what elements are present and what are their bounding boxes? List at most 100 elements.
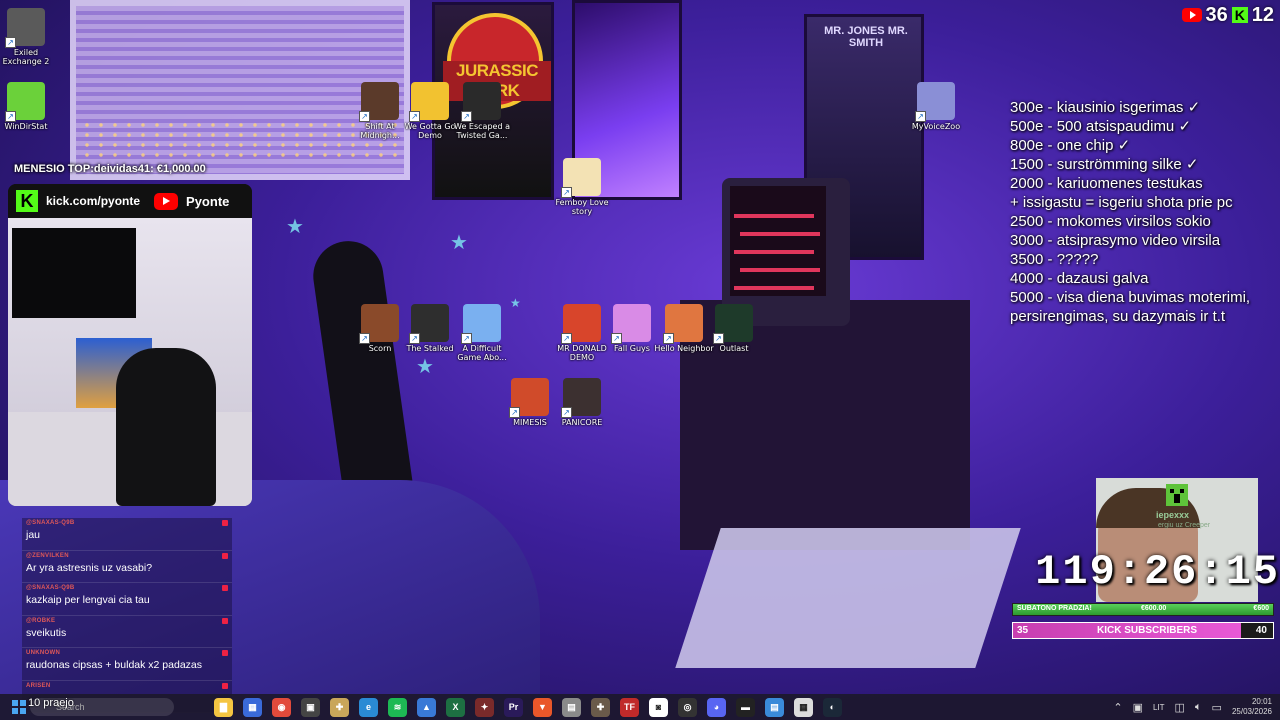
camera-icon[interactable]: ◙ [649,697,668,717]
creeper-icon [1166,484,1188,506]
goal-line: 500e - 500 atsispaudimu ✓ [1010,118,1192,135]
input-language[interactable]: LIT [1153,703,1165,712]
desktop-icon-label: WinDirStat [4,122,48,131]
discord-icon[interactable]: ◕ [707,697,726,717]
goal-line: 3500 - ????? [1010,251,1099,268]
app-shortcut-icon: ↗ [915,82,955,122]
app-shortcut-icon: ↗ [611,304,651,344]
volume-icon[interactable]: 🔈︎ [1195,701,1202,714]
youtube-viewer-count: 36 [1205,3,1228,26]
subathon-target: €600 [1253,605,1269,612]
app-icon-5[interactable]: ✚ [591,697,610,717]
chat-text: Ar yra astresnis uz vasabi? [26,561,153,574]
app-icon-4[interactable]: ▤ [562,697,581,717]
app-icon-1[interactable]: ▣ [301,697,320,717]
terminal-icon[interactable]: ▬ [736,697,755,717]
taskbar-pinned-apps: ▇ ▦ ◉ ▣ ✚ e ≋ ▲ X ✦ Pr ▼ ▤ ✚ TF ◙ ◎ ◕ ▬ ▤ ▦ ◐ [214,697,842,717]
app-shortcut-icon: ↗ [409,304,449,344]
shortcut-arrow-icon: ↗ [5,111,16,122]
shortcut-arrow-icon: ↗ [663,333,674,344]
app-shortcut-icon: ↗ [5,8,45,48]
chat-username: ARISEN [26,682,228,689]
chat-text: sveikutis [26,626,67,639]
desktop-icon[interactable]: ↗ MyVoiceZoo [904,82,968,131]
webcam-gaming-chair [116,348,216,506]
desktop-icon-label: We Escaped a Twisted Ga... [454,122,510,140]
desktop-icon[interactable]: ↗ Outlast [702,304,766,353]
goal-line: 5000 - visa diena buvimas moterimi, pers… [1010,289,1251,325]
youtube-channel-name: Pyonte [186,193,230,209]
app-icon-6[interactable]: ▦ [794,697,813,717]
desktop-icon[interactable]: ↗ WinDirStat [0,82,58,131]
shortcut-arrow-icon: ↗ [359,111,370,122]
app-icon-3[interactable]: ✦ [475,697,494,717]
chat-message: @ROBKE sveikutis [22,615,232,648]
kick-viewer-count: 12 [1251,3,1274,26]
file-explorer-icon[interactable]: ▇ [214,697,233,717]
shortcut-arrow-icon: ↗ [561,407,572,418]
app-icon-2[interactable]: ✚ [330,697,349,717]
chat-username-text: @ZENVILKEN [26,552,69,559]
shortcut-arrow-icon: ↗ [561,187,572,198]
webcam-header: K kick.com/pyonte Pyonte [8,184,252,218]
chat-username: @ZENVILKEN [26,552,228,559]
goal-line: 3000 - atsiprasymo video virsila [1010,232,1221,249]
tray-app-icon[interactable]: ▣ [1133,701,1143,714]
webcam-overlay: K kick.com/pyonte Pyonte [8,184,252,506]
chat-overlay: @SNAXAS-Q9B jau @ZENVILKEN Ar yra astresnis… [22,518,232,713]
app-shortcut-icon: ↗ [561,158,601,198]
star-decor: ★ [286,216,304,238]
photos-icon[interactable]: ▲ [417,697,436,717]
desktop-icon[interactable]: ↗ PANICORE [550,378,614,427]
shortcut-arrow-icon: ↗ [461,333,472,344]
chat-username: @SNAXAS-Q9B [26,585,228,591]
alert-subtitle: ergiu uz Creeper [1158,522,1211,529]
star-decor: ★ [450,232,468,254]
system-clock[interactable]: 20:01 25/03/2026 [1232,697,1272,717]
excel-icon[interactable]: X [446,697,465,717]
notepad-icon[interactable]: ▤ [765,697,784,717]
shortcut-arrow-icon: ↗ [561,333,572,344]
chrome-icon[interactable]: ◉ [272,697,291,717]
chat-username-text: @SNAXAS-Q9B [26,585,75,591]
chat-badge-icon [222,552,228,559]
start-button[interactable] [12,700,26,714]
desktop-icon[interactable]: ↗ A Difficult Game Abo... [450,304,514,362]
tv-screen [730,186,826,296]
goal-line: 4000 - dazausi galva [1010,270,1149,287]
wallpaper-pizza-box [675,528,1021,668]
subathon-label: SUBATONO PRADZIA! [1017,605,1092,612]
desktop-icon[interactable]: ↗ Femboy Love story [550,158,614,216]
subathon-amount: €600.00 [1141,605,1167,612]
goal-line: 2500 - mokomes virsilos sokio [1010,213,1211,230]
network-icon[interactable]: ◫ [1175,701,1185,714]
spotify-icon[interactable]: ≋ [388,697,407,717]
clock-time: 20:01 [1251,697,1272,706]
goal-line: + issigastu = isgeriu shota prie pc [1010,194,1233,211]
chat-badge-icon [222,585,228,591]
steam-icon[interactable]: ◐ [823,697,842,717]
premiere-icon[interactable]: Pr [504,697,523,717]
chat-username-text: ARISEN [26,682,51,689]
battery-icon[interactable]: ▭ [1212,701,1222,714]
desktop-icon-label: Femboy Love story [555,198,609,216]
donation-goals-list: 300e - kiausinio isgerimas ✓ 500e - 500 a… [1010,98,1278,326]
tf-icon[interactable]: TF [620,697,639,717]
tray-overflow-icon[interactable]: ⌃ [1113,701,1122,714]
desktop-icon[interactable]: ↗ We Escaped a Twisted Ga... [450,82,514,140]
shortcut-arrow-icon: ↗ [359,333,370,344]
kick-icon: K [1231,7,1248,23]
goal-line: 2000 - kariuomenes testukas [1010,175,1203,192]
subathon-progress-bar: SUBATONO PRADZIA! €600.00 €600 [1012,603,1274,616]
shortcut-arrow-icon: ↗ [461,111,472,122]
desktop-icon-label: A Difficult Game Abo... [457,344,507,362]
widgets-icon[interactable]: ▦ [243,697,262,717]
app-shortcut-icon: ↗ [5,82,45,122]
obs-icon[interactable]: ◎ [678,697,697,717]
desktop-icon[interactable]: ↗ Exiled Exchange 2 [0,8,58,66]
goal-line: 800e - one chip ✓ [1010,137,1131,154]
edge-icon[interactable]: e [359,697,378,717]
chat-username-text: @SNAXAS-Q9B [26,520,75,526]
brave-icon[interactable]: ▼ [533,697,552,717]
app-shortcut-icon: ↗ [663,304,703,344]
